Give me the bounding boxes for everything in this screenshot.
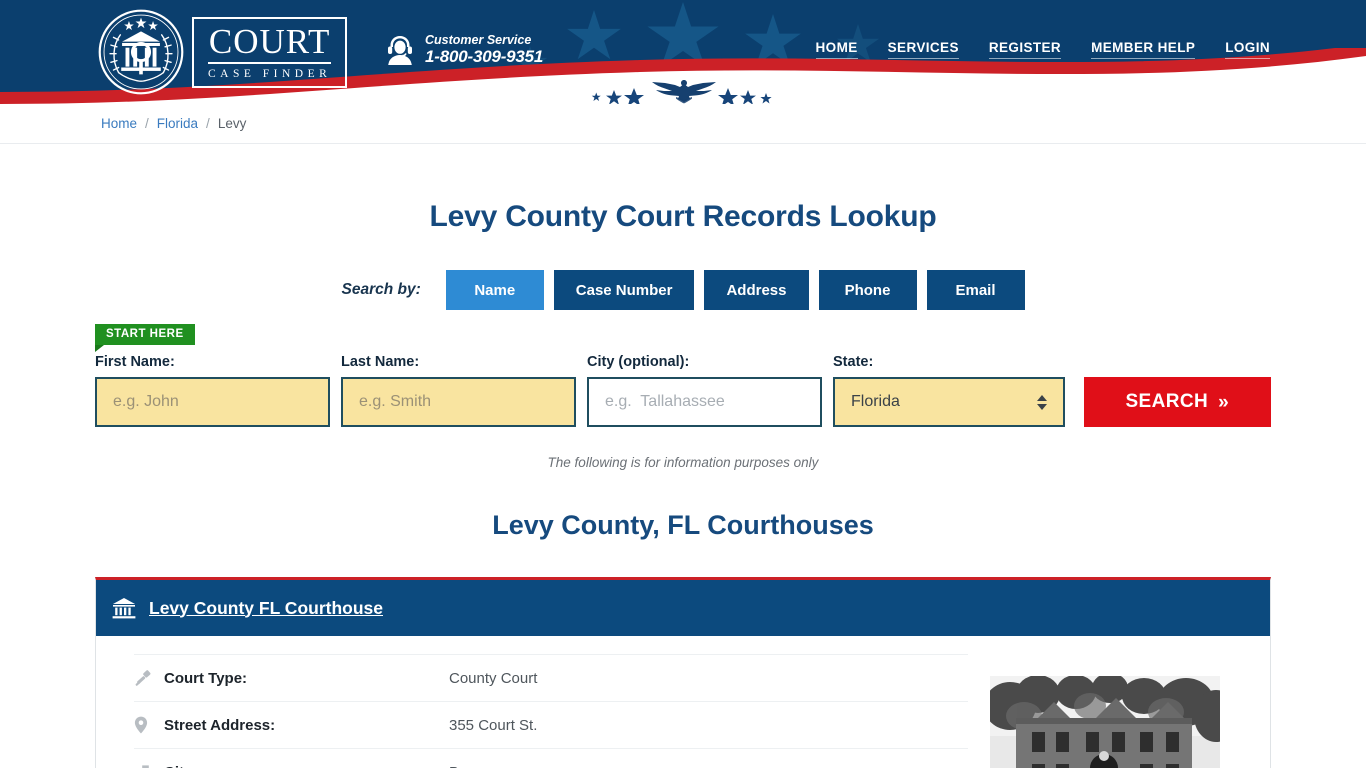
courthouse-photo-image (990, 676, 1220, 768)
main-navigation: HOME SERVICES REGISTER MEMBER HELP LOGIN (815, 40, 1270, 59)
nav-item-services[interactable]: SERVICES (887, 40, 959, 59)
breadcrumb-item-florida[interactable]: Florida (157, 116, 198, 131)
site-logo[interactable]: COURT CASE FINDER (98, 9, 348, 95)
nav-item-login[interactable]: LOGIN (1225, 40, 1270, 59)
detail-key: Street Address: (164, 716, 276, 734)
detail-key: City: (164, 764, 449, 768)
state-field-group: State: Florida (833, 354, 1065, 427)
city-field-group: City (optional): (587, 354, 822, 427)
breadcrumb-item-levy: Levy (217, 116, 247, 131)
search-button[interactable]: SEARCH » (1083, 377, 1271, 427)
page-title: Levy County Court Records Lookup (429, 200, 937, 233)
courthouse-details-list: Court Type: County Court Street Address:… (96, 654, 990, 768)
courthouse-photo (990, 654, 1270, 768)
search-by-label: Search by: (341, 281, 421, 298)
start-here-badge: START HERE (95, 324, 195, 352)
search-form: START HERE First Name: Last Name: City (… (95, 324, 1271, 427)
breadcrumb-separator: / (145, 116, 149, 131)
double-chevron-right-icon: » (1218, 391, 1230, 413)
tab-phone[interactable]: Phone (818, 270, 917, 310)
city-icon (134, 764, 164, 768)
search-by-tabs: Search by: Name Case Number Address Phon… (95, 270, 1271, 310)
state-label: State: (833, 354, 874, 370)
search-button-label: SEARCH (1125, 391, 1209, 412)
logo-title: COURT (208, 24, 332, 64)
breadcrumb: Home / Florida / Levy (0, 104, 1366, 144)
last-name-label: Last Name: (341, 354, 420, 370)
detail-row-street-address: Street Address: 355 Court St. (134, 701, 968, 748)
main-content: Levy County Court Records Lookup Search … (0, 200, 1366, 768)
breadcrumb-separator: / (206, 116, 210, 131)
first-name-label: First Name: (95, 354, 175, 370)
detail-value: 355 Court St. (449, 716, 538, 734)
last-name-field-group: Last Name: (341, 354, 576, 427)
court-seal-icon (98, 9, 184, 95)
courthouse-card: Levy County FL Courthouse Court Type: Co… (95, 577, 1271, 768)
nav-item-home[interactable]: HOME (815, 40, 858, 59)
first-name-field-group: First Name: (95, 354, 330, 427)
tab-email[interactable]: Email (926, 270, 1025, 310)
courthouse-card-header: Levy County FL Courthouse (96, 580, 1270, 636)
courthouse-building-icon (112, 598, 136, 619)
last-name-input[interactable] (341, 377, 576, 427)
headset-support-icon (388, 36, 412, 65)
customer-service-phone[interactable]: 1-800-309-9351 (425, 47, 543, 67)
nav-item-member-help[interactable]: MEMBER HELP (1091, 40, 1196, 59)
tab-address[interactable]: Address (704, 270, 809, 310)
courthouse-name-link[interactable]: Levy County FL Courthouse (149, 598, 383, 619)
customer-service-label: Customer Service (425, 33, 532, 48)
eagle-emblem-icon (652, 80, 716, 104)
courthouse-card-body: Court Type: County Court Street Address:… (96, 636, 1270, 768)
customer-service-block: Customer Service 1-800-309-9351 (384, 33, 543, 67)
detail-row-court-type: Court Type: County Court (134, 654, 968, 701)
detail-key: Court Type: (164, 669, 248, 687)
state-selected-value: Florida (851, 393, 900, 410)
section-title: Levy County, FL Courthouses (492, 510, 874, 540)
map-pin-icon (134, 716, 164, 734)
state-select[interactable]: Florida (833, 377, 1065, 427)
disclaimer-text: The following is for information purpose… (547, 455, 819, 470)
city-input[interactable] (587, 377, 822, 427)
detail-value: Bronson (449, 764, 505, 768)
tab-name[interactable]: Name (445, 270, 544, 310)
breadcrumb-item-home[interactable]: Home (101, 116, 137, 131)
site-header: COURT CASE FINDER Customer Service 1-800… (0, 0, 1366, 104)
select-stepper-icon (1036, 394, 1047, 410)
city-label: City (optional): (587, 354, 690, 370)
tab-case-number[interactable]: Case Number (553, 270, 695, 310)
detail-row-city: City: Bronson (134, 748, 968, 768)
gavel-icon (134, 669, 164, 687)
logo-subtitle: CASE FINDER (208, 67, 332, 80)
logo-wordmark: COURT CASE FINDER (192, 16, 348, 88)
nav-item-register[interactable]: REGISTER (988, 40, 1062, 59)
detail-value: County Court (449, 669, 538, 687)
first-name-input[interactable] (95, 377, 330, 427)
